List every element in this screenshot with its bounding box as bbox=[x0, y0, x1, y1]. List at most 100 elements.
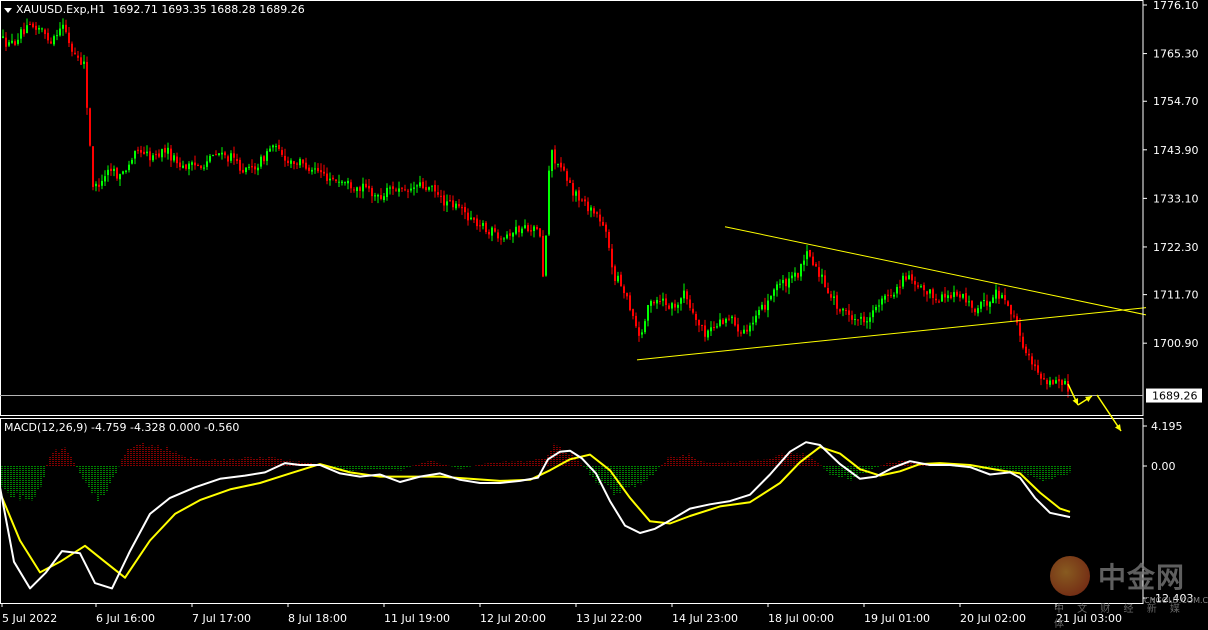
candle[interactable] bbox=[719, 313, 721, 328]
candle[interactable] bbox=[506, 231, 508, 240]
candle[interactable] bbox=[50, 37, 52, 45]
candle[interactable] bbox=[281, 146, 283, 158]
candle[interactable] bbox=[491, 226, 493, 242]
candle[interactable] bbox=[878, 299, 880, 313]
candle[interactable] bbox=[110, 163, 112, 176]
candle[interactable] bbox=[35, 21, 37, 35]
candle[interactable] bbox=[635, 312, 637, 329]
candle[interactable] bbox=[137, 146, 139, 154]
candle[interactable] bbox=[230, 150, 232, 164]
candle[interactable] bbox=[419, 175, 421, 188]
candle[interactable] bbox=[539, 228, 541, 238]
candle[interactable] bbox=[446, 194, 448, 212]
candle[interactable] bbox=[203, 164, 205, 171]
candle[interactable] bbox=[221, 147, 223, 160]
candle[interactable] bbox=[833, 290, 835, 306]
candle[interactable] bbox=[47, 28, 49, 44]
candle[interactable] bbox=[266, 148, 268, 166]
candle[interactable] bbox=[86, 56, 88, 115]
candle[interactable] bbox=[623, 284, 625, 299]
candle[interactable] bbox=[14, 39, 16, 47]
candle[interactable] bbox=[680, 297, 682, 311]
candle[interactable] bbox=[146, 145, 148, 157]
candle[interactable] bbox=[851, 310, 853, 325]
candle[interactable] bbox=[53, 34, 55, 47]
candle[interactable] bbox=[935, 293, 937, 304]
candle[interactable] bbox=[992, 294, 994, 304]
candle[interactable] bbox=[791, 271, 793, 283]
candle[interactable] bbox=[944, 286, 946, 303]
candle[interactable] bbox=[1049, 376, 1051, 388]
candle[interactable] bbox=[458, 199, 460, 209]
candle[interactable] bbox=[29, 21, 31, 26]
candle[interactable] bbox=[8, 39, 10, 48]
candle[interactable] bbox=[155, 150, 157, 160]
candle[interactable] bbox=[170, 145, 172, 167]
candle[interactable] bbox=[224, 150, 226, 159]
candle[interactable] bbox=[431, 185, 433, 192]
candle[interactable] bbox=[1055, 376, 1057, 385]
candle[interactable] bbox=[449, 194, 451, 202]
candle[interactable] bbox=[701, 324, 703, 331]
candle[interactable] bbox=[674, 299, 676, 311]
candle[interactable] bbox=[344, 181, 346, 186]
candle[interactable] bbox=[641, 329, 643, 339]
candle[interactable] bbox=[656, 296, 658, 309]
candle[interactable] bbox=[1028, 348, 1030, 361]
candle[interactable] bbox=[326, 167, 328, 185]
candle[interactable] bbox=[1022, 332, 1024, 350]
candle[interactable] bbox=[545, 235, 547, 277]
candle[interactable] bbox=[389, 185, 391, 195]
candle[interactable] bbox=[599, 208, 601, 227]
candle[interactable] bbox=[530, 224, 532, 236]
candle[interactable] bbox=[455, 201, 457, 211]
candle[interactable] bbox=[341, 179, 343, 186]
candle[interactable] bbox=[860, 312, 862, 326]
candle[interactable] bbox=[785, 277, 787, 293]
candle[interactable] bbox=[302, 159, 304, 168]
candle[interactable] bbox=[101, 174, 103, 190]
candle[interactable] bbox=[125, 169, 127, 174]
candle[interactable] bbox=[26, 18, 28, 34]
candle[interactable] bbox=[62, 18, 64, 36]
candle[interactable] bbox=[293, 160, 295, 170]
candle[interactable] bbox=[647, 304, 649, 327]
candle[interactable] bbox=[374, 192, 376, 201]
candle[interactable] bbox=[395, 187, 397, 192]
candle[interactable] bbox=[710, 321, 712, 336]
candle[interactable] bbox=[434, 180, 436, 198]
candle[interactable] bbox=[311, 167, 313, 175]
candle[interactable] bbox=[686, 289, 688, 305]
candle[interactable] bbox=[845, 307, 847, 315]
candle[interactable] bbox=[806, 245, 808, 266]
candle[interactable] bbox=[653, 300, 655, 306]
candle[interactable] bbox=[920, 284, 922, 289]
candle[interactable] bbox=[962, 293, 964, 300]
price-chart[interactable]: 1776.10 1765.30 1754.70 1743.90 1733.10 1722.… bbox=[0, 0, 1208, 627]
candle[interactable] bbox=[359, 185, 361, 198]
candle[interactable] bbox=[290, 158, 292, 168]
candle[interactable] bbox=[365, 179, 367, 189]
candle[interactable] bbox=[620, 271, 622, 287]
candle[interactable] bbox=[917, 282, 919, 290]
candle[interactable] bbox=[314, 162, 316, 174]
candle[interactable] bbox=[1046, 378, 1048, 390]
candle[interactable] bbox=[965, 287, 967, 307]
candle[interactable] bbox=[665, 293, 667, 311]
candle[interactable] bbox=[671, 301, 673, 316]
candle[interactable] bbox=[131, 157, 133, 165]
candle[interactable] bbox=[764, 297, 766, 313]
candle[interactable] bbox=[689, 295, 691, 311]
candle[interactable] bbox=[800, 263, 802, 281]
candle[interactable] bbox=[578, 187, 580, 208]
candle[interactable] bbox=[482, 220, 484, 230]
candle[interactable] bbox=[68, 26, 70, 47]
candle[interactable] bbox=[929, 289, 931, 299]
candle[interactable] bbox=[215, 150, 217, 156]
candle[interactable] bbox=[866, 317, 868, 329]
candle[interactable] bbox=[305, 157, 307, 171]
candle[interactable] bbox=[116, 166, 118, 181]
candle[interactable] bbox=[323, 164, 325, 177]
candle[interactable] bbox=[611, 243, 613, 275]
candle[interactable] bbox=[92, 146, 94, 191]
